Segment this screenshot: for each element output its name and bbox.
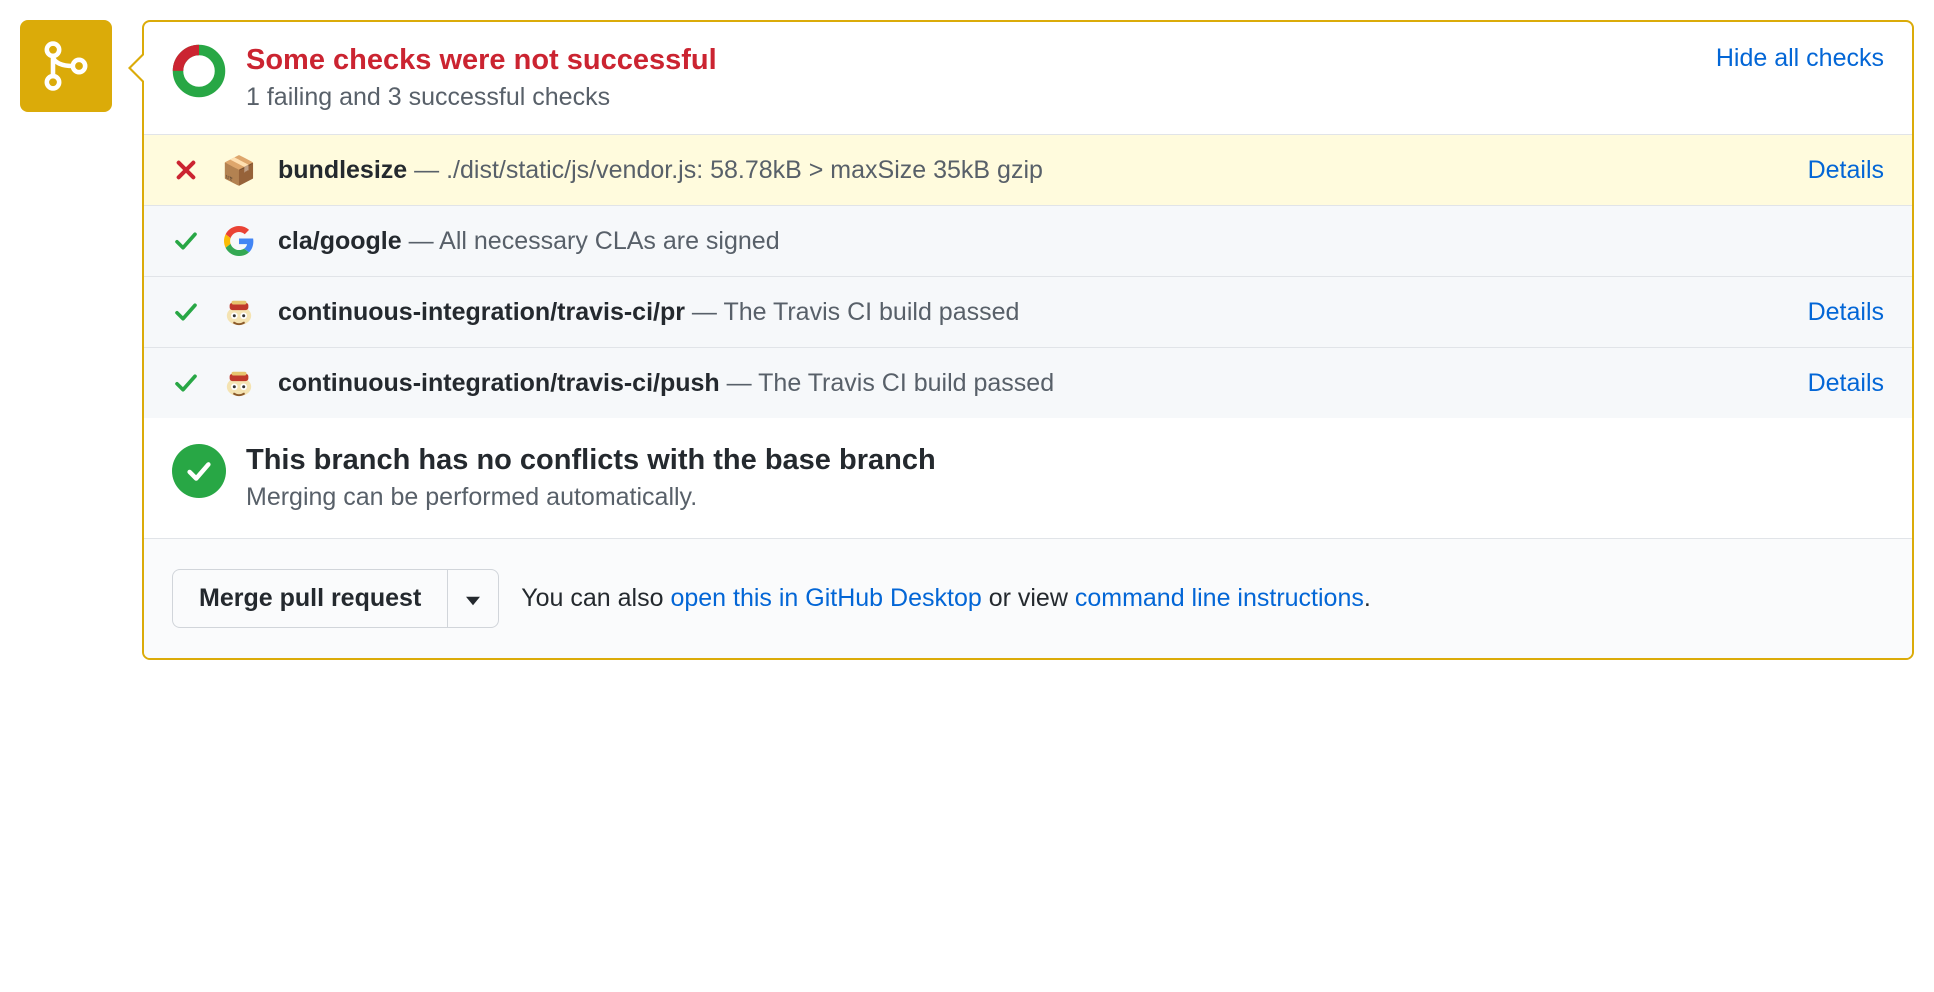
google-icon xyxy=(222,224,256,258)
merge-status-subtitle: Merging can be performed automatically. xyxy=(246,483,936,512)
check-description: cla/google — All necessary CLAs are sign… xyxy=(278,227,1862,256)
check-details-link[interactable]: Details xyxy=(1808,369,1884,398)
check-description: continuous-integration/travis-ci/push — … xyxy=(278,369,1786,398)
git-merge-icon xyxy=(40,40,92,92)
x-icon xyxy=(172,159,200,181)
merge-actions: Merge pull request You can also open thi… xyxy=(144,539,1912,658)
merge-conflict-status: This branch has no conflicts with the ba… xyxy=(144,418,1912,539)
status-donut-icon xyxy=(172,44,226,98)
check-row: cla/google — All necessary CLAs are sign… xyxy=(144,206,1912,277)
check-row: 📦 bundlesize — ./dist/static/js/vendor.j… xyxy=(144,135,1912,206)
merge-status-title: This branch has no conflicts with the ba… xyxy=(246,444,936,477)
checks-list: 📦 bundlesize — ./dist/static/js/vendor.j… xyxy=(144,135,1912,418)
check-icon xyxy=(172,229,200,253)
checks-status-subtitle: 1 failing and 3 successful checks xyxy=(246,83,1696,112)
merge-status-box: Some checks were not successful 1 failin… xyxy=(142,20,1914,660)
check-row: continuous-integration/travis-ci/push — … xyxy=(144,348,1912,418)
travis-icon xyxy=(222,366,256,400)
caret-down-icon xyxy=(466,596,480,606)
merge-pull-request-button[interactable]: Merge pull request xyxy=(172,569,447,628)
check-icon xyxy=(172,371,200,395)
check-details-link[interactable]: Details xyxy=(1808,298,1884,327)
package-icon: 📦 xyxy=(222,153,256,187)
travis-icon xyxy=(222,295,256,329)
check-description: continuous-integration/travis-ci/pr — Th… xyxy=(278,298,1786,327)
checks-status-title: Some checks were not successful xyxy=(246,44,1696,77)
open-desktop-link[interactable]: open this in GitHub Desktop xyxy=(670,584,981,612)
check-icon xyxy=(172,300,200,324)
merge-hint-text: You can also open this in GitHub Desktop… xyxy=(521,584,1371,613)
check-details-link[interactable]: Details xyxy=(1808,156,1884,185)
success-circle-icon xyxy=(172,444,226,498)
merge-timeline-badge xyxy=(20,20,112,112)
checks-status-header: Some checks were not successful 1 failin… xyxy=(144,22,1912,135)
command-line-link[interactable]: command line instructions xyxy=(1075,584,1364,612)
hide-all-checks-link[interactable]: Hide all checks xyxy=(1716,44,1884,73)
check-description: bundlesize — ./dist/static/js/vendor.js:… xyxy=(278,156,1786,185)
check-row: continuous-integration/travis-ci/pr — Th… xyxy=(144,277,1912,348)
merge-options-dropdown[interactable] xyxy=(447,569,499,628)
